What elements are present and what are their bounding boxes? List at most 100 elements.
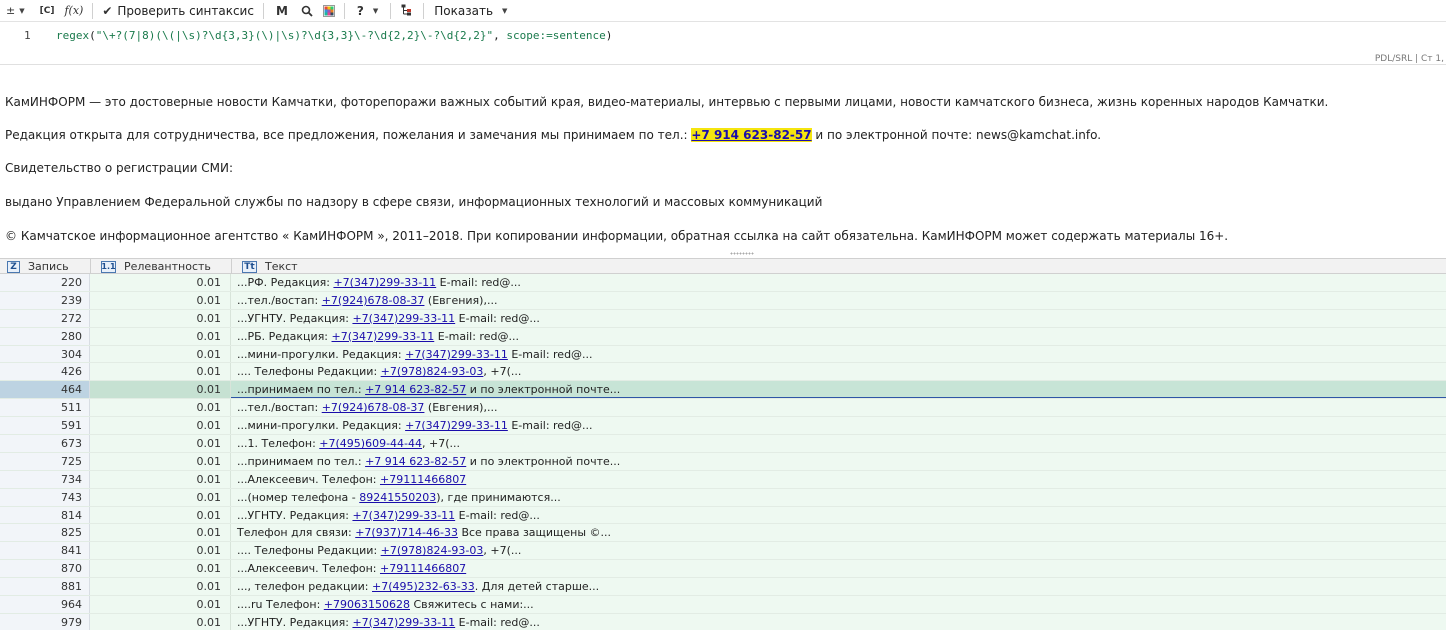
text-context: ...УГНТУ. Редакция: xyxy=(237,311,353,325)
text-context: ...тел./востап: xyxy=(237,401,322,415)
column-label: Запись xyxy=(28,260,69,273)
paragraph-text: и по электронной почте: news@kamchat.inf… xyxy=(811,128,1102,142)
match-highlight[interactable]: +7 914 623-82-57 xyxy=(691,128,812,142)
color-grid-button[interactable] xyxy=(318,0,340,22)
phone-link[interactable]: +7(495)609-44-44 xyxy=(319,437,422,450)
relevance-cell: 0.01 xyxy=(90,470,231,488)
record-cell: 464 xyxy=(0,381,90,399)
text-context: ...РФ. Редакция: xyxy=(237,276,334,289)
insert-function-button[interactable]: f(x) xyxy=(59,0,88,22)
column-divider[interactable] xyxy=(90,259,91,274)
text-type-icon: Tt xyxy=(242,260,257,273)
text-cell: ...Алексеевич. Телефон: +79111466807 xyxy=(231,470,1446,488)
phone-link[interactable]: +7(495)232-63-33 xyxy=(372,580,475,593)
toolbar-divider xyxy=(423,2,425,19)
column-header-text[interactable]: Tt Текст xyxy=(242,259,298,274)
chevron-down-icon: ▼ xyxy=(502,6,508,15)
phone-link[interactable]: +79111466807 xyxy=(380,562,466,575)
tree-view-button[interactable] xyxy=(395,0,419,22)
splitter-handle[interactable] xyxy=(730,252,754,255)
insert-operator-button[interactable]: ± ▼ xyxy=(0,0,30,22)
table-row[interactable]: 964 0.01 ....ru Телефон: +79063150628 Свяж… xyxy=(0,596,1446,614)
table-row[interactable]: 825 0.01 Телефон для связи: +7(937)714-46-… xyxy=(0,524,1446,543)
concept-bracket-icon: [C] xyxy=(39,5,55,16)
phone-link[interactable]: +7(347)299-33-11 xyxy=(405,348,508,361)
phone-link[interactable]: +7(347)299-33-11 xyxy=(333,276,436,289)
table-row[interactable]: 979 0.01 ...УГНТУ. Редакция: +7(347)299-33… xyxy=(0,613,1446,630)
phone-link[interactable]: +7(924)678-08-37 xyxy=(322,401,425,414)
check-syntax-button[interactable]: ✔ Проверить синтаксис xyxy=(97,0,259,22)
table-row[interactable]: 591 0.01 ...мини-прогулки. Редакция: +7(34… xyxy=(0,417,1446,436)
phone-link[interactable]: +7 914 623-82-57 xyxy=(365,383,466,396)
text-context: ), где принимаются... xyxy=(436,490,561,504)
phone-link[interactable]: +7(978)824-93-03 xyxy=(381,365,484,378)
table-row[interactable]: 464 0.01 ...принимаем по тел.: +7 914 623-… xyxy=(0,381,1446,400)
column-header-relevance[interactable]: 1.1 Релевантность xyxy=(101,259,211,274)
document-preview: КамИНФОРМ — это достоверные новости Камч… xyxy=(0,68,1446,255)
phone-link[interactable]: +7(347)299-33-11 xyxy=(405,419,508,432)
preview-paragraph: © Камчатское информационное агентство « … xyxy=(5,229,1229,243)
line-number: 1 xyxy=(24,29,31,42)
plus-minus-icon: ± xyxy=(6,4,16,17)
table-row[interactable]: 239 0.01 ...тел./востап: +7(924)678-08-37 … xyxy=(0,291,1446,310)
phone-link[interactable]: 89241550203 xyxy=(359,491,436,504)
code-string: "\+?(7|8)(\(|\s)?\d{3,3}(\)|\s)?\d{3,3}\… xyxy=(95,29,494,42)
code-function: regex xyxy=(56,29,90,42)
text-context: (Евгения),... xyxy=(424,401,498,415)
phone-link[interactable]: +7(347)299-33-11 xyxy=(352,616,455,629)
text-context: ...1. Телефон: xyxy=(237,437,320,451)
phone-link[interactable]: +7(978)824-93-03 xyxy=(381,544,484,557)
table-row[interactable]: 673 0.01 ...1. Телефон: +7(495)609-44-44, … xyxy=(0,435,1446,453)
phone-link[interactable]: +7(347)299-33-11 xyxy=(352,509,455,522)
phone-link[interactable]: +7(347)299-33-11 xyxy=(332,330,435,343)
table-row[interactable]: 743 0.01 ...(номер телефона - 89241550203)… xyxy=(0,488,1446,507)
query-editor[interactable]: 1 regex("\+?(7|8)(\(|\s)?\d{3,3}(\)|\s)?… xyxy=(0,23,1446,51)
table-row[interactable]: 280 0.01 ...РБ. Редакция: +7(347)299-33-11… xyxy=(0,327,1446,346)
table-row[interactable]: 426 0.01.... Телефоны Редакции: +7(978)82… xyxy=(0,363,1446,382)
table-row[interactable]: 734 0.01 ...Алексеевич. Телефон: +79111466… xyxy=(0,470,1446,489)
table-row[interactable]: 304 0.01 ...мини-прогулки. Редакция: +7(34… xyxy=(0,345,1446,364)
text-context: ...Алексеевич. Телефон: xyxy=(237,472,380,486)
text-context: и по электронной почте... xyxy=(466,383,621,397)
text-context: E-mail: red@... xyxy=(455,615,540,629)
phone-link[interactable]: +7(924)678-08-37 xyxy=(322,294,425,307)
grid-body: 220 0.01 ...РФ. Редакция: +7(347)299-33-11… xyxy=(0,274,1446,630)
match-button[interactable]: M xyxy=(268,0,296,22)
text-context: ...принимаем по тел.: xyxy=(237,454,366,468)
text-cell: ....ru Телефон: +79063150628 Свяжитесь с… xyxy=(231,596,1446,613)
show-menu-button[interactable]: Показать ▼ xyxy=(428,0,513,22)
text-cell: ...мини-прогулки. Редакция: +7(347)299-3… xyxy=(231,417,1446,435)
query-code[interactable]: regex("\+?(7|8)(\(|\s)?\d{3,3}(\)|\s)?\d… xyxy=(56,29,612,42)
text-cell: ...тел./востап: +7(924)678-08-37 (Евгени… xyxy=(231,291,1446,309)
relevance-cell: 0.01 xyxy=(90,309,231,327)
phone-link[interactable]: +79111466807 xyxy=(380,473,466,486)
table-row[interactable]: 220 0.01 ...РФ. Редакция: +7(347)299-33-11… xyxy=(0,274,1446,292)
insert-concept-button[interactable]: [C] xyxy=(30,0,60,22)
relevance-cell: 0.01 xyxy=(90,363,231,381)
question-icon: ? xyxy=(356,3,364,18)
text-context: ...(номер телефона - xyxy=(237,490,360,504)
table-row[interactable]: 870 0.01 ...Алексеевич. Телефон: +79111466… xyxy=(0,560,1446,579)
column-header-record[interactable]: Z Запись xyxy=(7,259,69,274)
phone-link[interactable]: +7 914 623-82-57 xyxy=(365,455,466,468)
text-context: ...Алексеевич. Телефон: xyxy=(237,562,380,576)
column-label: Релевантность xyxy=(124,260,211,273)
phone-link[interactable]: +7(937)714-46-33 xyxy=(355,526,458,539)
phone-link[interactable]: +79063150628 xyxy=(324,598,410,611)
table-row[interactable]: 272 0.01 ...УГНТУ. Редакция: +7(347)299-33… xyxy=(0,309,1446,328)
phone-link[interactable]: +7(347)299-33-11 xyxy=(352,312,455,325)
table-row[interactable]: 725 0.01 ...принимаем по тел.: +7 914 623-… xyxy=(0,452,1446,471)
record-cell: 725 xyxy=(0,452,90,470)
search-button[interactable] xyxy=(296,0,318,22)
table-row[interactable]: 841 0.01.... Телефоны Редакции: +7(978)82… xyxy=(0,542,1446,561)
table-row[interactable]: 511 0.01 ...тел./востап: +7(924)678-08-37 … xyxy=(0,399,1446,418)
help-button[interactable]: ? ▼ xyxy=(349,0,386,22)
table-row[interactable]: 814 0.01 ...УГНТУ. Редакция: +7(347)299-33… xyxy=(0,506,1446,525)
text-cell: .... Телефоны Редакции: +7(978)824-93-03… xyxy=(231,363,1446,381)
table-row[interactable]: 881 0.01..., телефон редакции: +7(495)232… xyxy=(0,578,1446,597)
relevance-cell: 0.01 xyxy=(90,345,231,363)
integer-type-icon: Z xyxy=(7,260,20,273)
record-cell: 964 xyxy=(0,596,90,613)
record-cell: 743 xyxy=(0,488,90,506)
column-divider[interactable] xyxy=(231,259,232,274)
